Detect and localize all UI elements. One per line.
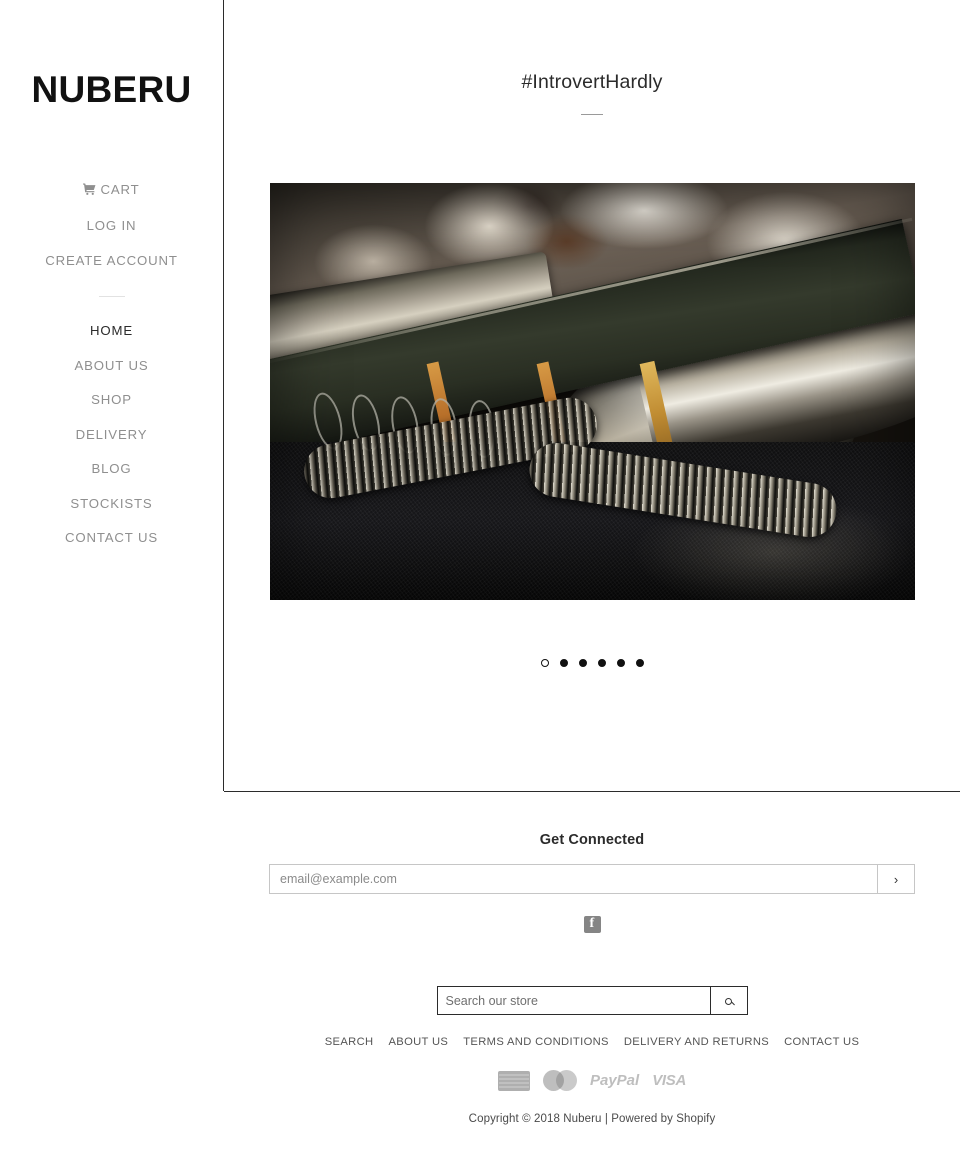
footer-link-terms-and-conditions[interactable]: TERMS AND CONDITIONS — [463, 1036, 609, 1048]
visa-icon: VISA — [652, 1072, 687, 1089]
slideshow-dot-1[interactable] — [540, 659, 549, 668]
sidebar-item-stockists[interactable]: STOCKISTS — [0, 487, 223, 522]
sidebar-item-about-us[interactable]: ABOUT US — [0, 349, 223, 384]
sidebar-item-blog[interactable]: BLOG — [0, 452, 223, 487]
page-title: #IntrovertHardly — [521, 71, 663, 93]
sidebar-divider — [98, 296, 125, 298]
footer-link-search[interactable]: SEARCH — [325, 1036, 374, 1048]
footer-link-delivery-and-returns[interactable]: DELIVERY AND RETURNS — [624, 1036, 769, 1048]
sidebar: NUBERU CART LOG IN CREATE ACCOUNT HOME A… — [0, 0, 224, 791]
slideshow-dot-5[interactable] — [616, 659, 625, 668]
payment-icons: PayPal VISA — [224, 1070, 960, 1091]
sidebar-item-create-account[interactable]: CREATE ACCOUNT — [0, 244, 223, 279]
site-logo[interactable]: NUBERU — [0, 69, 223, 111]
title-rule — [581, 114, 603, 116]
search-button[interactable] — [709, 986, 748, 1015]
newsletter-submit-button[interactable]: › — [877, 864, 915, 894]
search-input[interactable] — [436, 986, 710, 1015]
american-express-icon — [497, 1070, 530, 1091]
social-links — [224, 915, 960, 938]
paypal-icon: PayPal — [589, 1072, 640, 1089]
shopping-cart-icon — [83, 183, 96, 201]
slideshow-dot-4[interactable] — [597, 659, 606, 668]
page-root: NUBERU CART LOG IN CREATE ACCOUNT HOME A… — [0, 0, 960, 1149]
hero-section: #IntrovertHardly — [224, 70, 960, 668]
mastercard-icon — [542, 1070, 577, 1091]
account-nav: CART LOG IN CREATE ACCOUNT — [0, 173, 223, 279]
main-nav: HOME ABOUT US SHOP DELIVERY BLOG STOCKIS… — [0, 314, 223, 556]
slideshow[interactable] — [269, 183, 915, 668]
copyright-text: Copyright © 2018 Nuberu | Powered by Sho… — [468, 1113, 716, 1125]
newsletter-email-input[interactable] — [269, 864, 877, 894]
search-icon — [725, 997, 732, 1005]
footer-link-about-us[interactable]: ABOUT US — [388, 1036, 448, 1048]
sidebar-item-cart[interactable]: CART — [0, 173, 223, 210]
sidebar-item-cart-label: CART — [100, 181, 140, 197]
footer-nav: SEARCH ABOUT US TERMS AND CONDITIONS DEL… — [224, 1036, 960, 1048]
facebook-icon[interactable] — [583, 915, 601, 933]
slideshow-dot-6[interactable] — [635, 659, 644, 668]
sidebar-item-contact-us[interactable]: CONTACT US — [0, 521, 223, 556]
footer-link-contact-us[interactable]: CONTACT US — [784, 1036, 859, 1048]
sidebar-item-shop[interactable]: SHOP — [0, 383, 223, 418]
slideshow-dots — [269, 659, 915, 668]
sidebar-item-log-in[interactable]: LOG IN — [0, 209, 223, 244]
search-form — [436, 986, 748, 1015]
hero-image[interactable] — [269, 183, 915, 601]
slideshow-dot-3[interactable] — [578, 659, 587, 668]
newsletter-form: › — [269, 864, 915, 894]
sidebar-item-delivery[interactable]: DELIVERY — [0, 418, 223, 453]
slideshow-dot-2[interactable] — [559, 659, 568, 668]
site-footer: Get Connected › SEARCH ABOUT US TERMS AN… — [224, 791, 960, 1149]
newsletter-heading: Get Connected — [539, 832, 645, 848]
sidebar-item-home[interactable]: HOME — [0, 314, 223, 349]
